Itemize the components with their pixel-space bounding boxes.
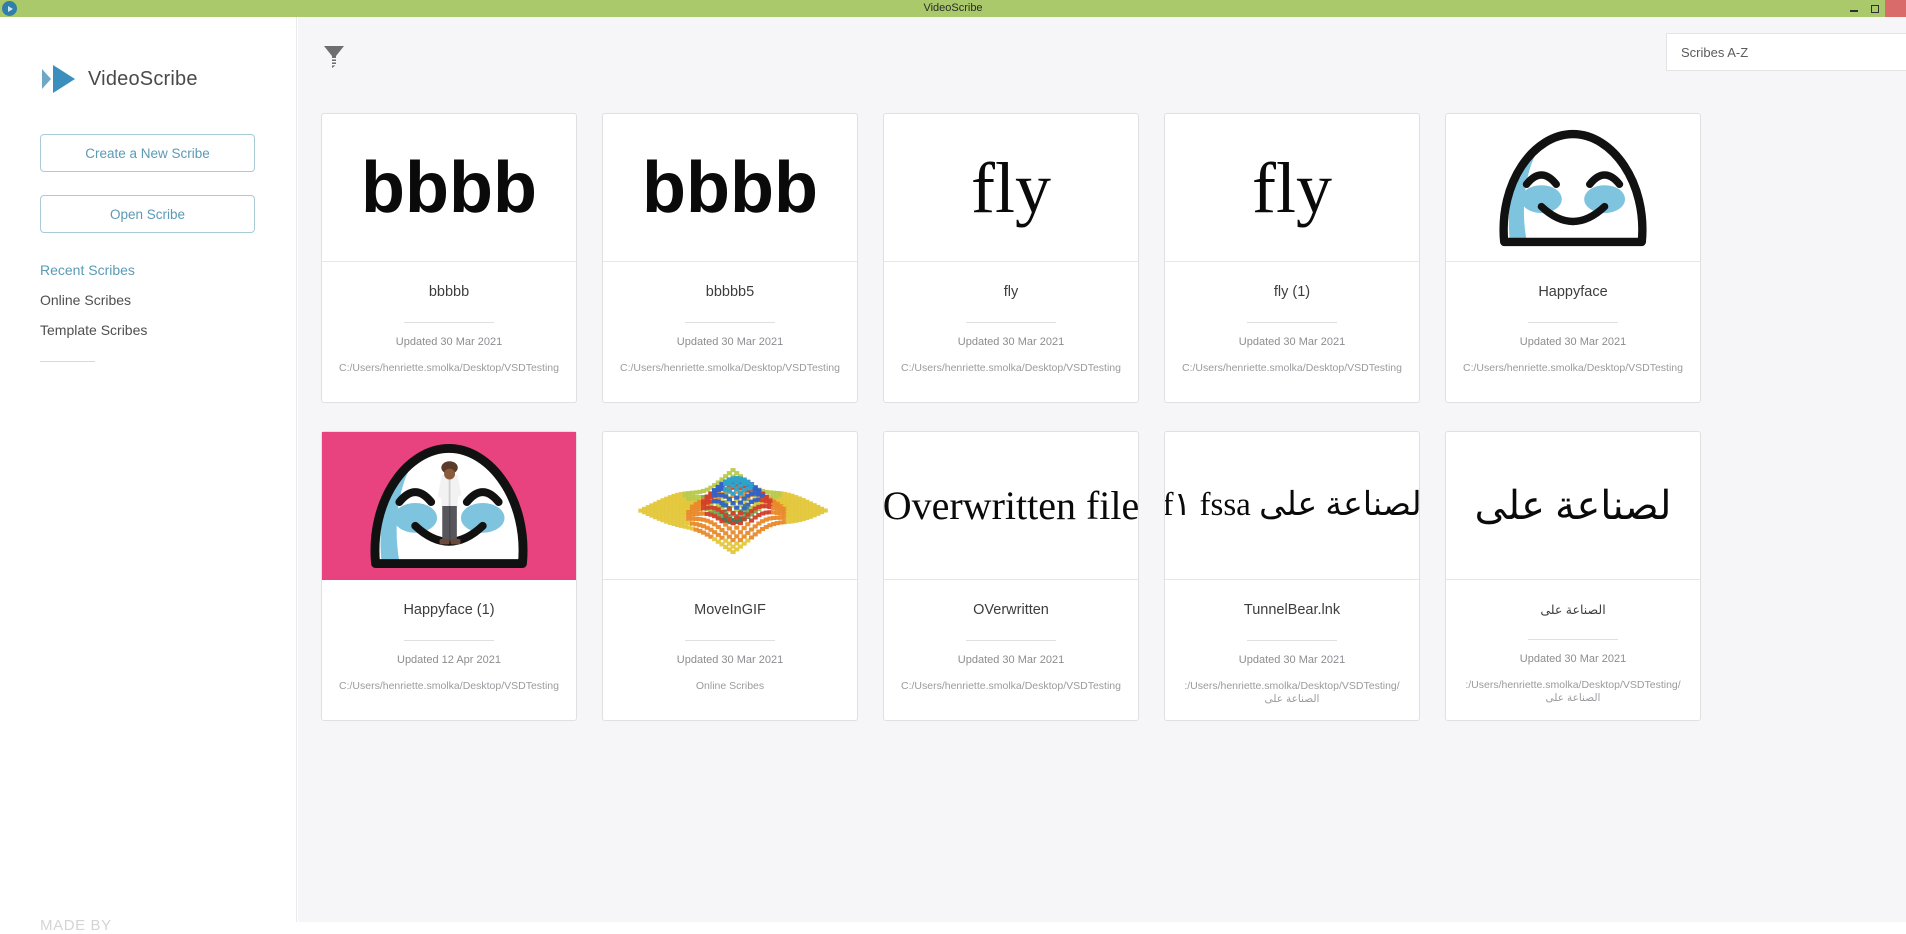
scribe-title: Happyface — [1538, 284, 1608, 300]
scribe-path: :/Users/henriette.smolka/Desktop/VSDTest… — [1184, 680, 1400, 706]
scribe-updated-date: Updated 30 Mar 2021 — [1238, 336, 1346, 348]
scribe-thumbnail: Overwritten file — [884, 432, 1138, 580]
happyface-person-illustration-icon — [322, 432, 576, 580]
scribe-title: الصناعة على — [1540, 603, 1606, 617]
close-button[interactable] — [1885, 0, 1906, 17]
open-scribe-button[interactable]: Open Scribe — [40, 195, 255, 233]
scribe-thumbnail — [322, 432, 576, 580]
scribe-thumbnail-text: Overwritten file — [884, 482, 1138, 528]
sidebar-divider — [40, 361, 95, 362]
scribe-thumbnail-text: bbbb — [361, 147, 537, 228]
scribe-thumbnail — [1446, 114, 1700, 262]
card-divider — [966, 640, 1056, 641]
scribe-updated-date: Updated 30 Mar 2021 — [676, 336, 784, 348]
card-divider — [1247, 322, 1337, 323]
maximize-button[interactable] — [1864, 0, 1885, 17]
surface-plot-icon — [611, 436, 849, 575]
card-divider — [685, 640, 775, 641]
scribe-updated-date: Updated 30 Mar 2021 — [957, 336, 1065, 348]
card-divider — [966, 322, 1056, 323]
scribe-title: bbbbb — [428, 284, 470, 300]
scribe-path: C:/Users/henriette.smolka/Desktop/VSDTes… — [338, 362, 559, 374]
scribe-path: :/Users/henriette.smolka/Desktop/VSDTest… — [1465, 679, 1681, 705]
scribe-thumbnail: bbbb — [322, 114, 576, 262]
scribe-title: OVerwritten — [973, 602, 1049, 618]
brand-name: VideoScribe — [88, 67, 198, 90]
card-divider — [404, 640, 494, 641]
sort-dropdown-value: Scribes A-Z — [1681, 44, 1749, 60]
scribe-updated-date: Updated 30 Mar 2021 — [395, 336, 503, 348]
scribe-title: bbbbb5 — [705, 284, 755, 300]
videoscribe-logo-icon — [42, 64, 78, 94]
scribe-card[interactable]: Happyface Updated 30 Mar 2021 C:/Users/hen… — [1445, 113, 1701, 403]
scribe-title: fly (1) — [1273, 284, 1311, 300]
card-divider — [1528, 322, 1618, 323]
scribe-thumbnail: \f١ fssa الصناعة على — [1165, 432, 1419, 580]
scribe-thumbnail: bbbb — [603, 114, 857, 262]
scribe-card[interactable]: لصناعة على الصناعة على Updated 30 Mar 2021… — [1445, 431, 1701, 721]
scribe-title: MoveInGIF — [694, 602, 766, 618]
happyface-illustration-icon — [1454, 118, 1692, 257]
scribe-thumbnail-text: fly — [1252, 147, 1332, 228]
scribe-path: C:/Users/henriette.smolka/Desktop/VSDTes… — [338, 680, 559, 692]
scribe-path: C:/Users/henriette.smolka/Desktop/VSDTes… — [900, 680, 1121, 692]
scribe-card[interactable]: \f١ fssa الصناعة على TunnelBear.lnk Update… — [1164, 431, 1420, 721]
brand: VideoScribe — [42, 64, 198, 94]
scribe-card[interactable]: MoveInGIF Updated 30 Mar 2021 Online Scrib… — [602, 431, 858, 721]
window-title: VideoScribe — [923, 2, 983, 14]
scribe-updated-date: Updated 30 Mar 2021 — [1238, 654, 1346, 666]
sidebar-item-template-scribes[interactable]: Template Scribes — [40, 322, 147, 338]
scribe-thumbnail-text: fly — [971, 147, 1051, 228]
scribe-path: C:/Users/henriette.smolka/Desktop/VSDTes… — [1462, 362, 1683, 374]
scribe-thumbnail-text: \f١ fssa الصناعة على — [1165, 487, 1419, 523]
scribe-card[interactable]: Overwritten file OVerwritten Updated 30 Ma… — [883, 431, 1139, 721]
scribe-updated-date: Updated 30 Mar 2021 — [1519, 336, 1627, 348]
scribes-grid: bbbb bbbbb Updated 30 Mar 2021 C:/Users/hen… — [321, 113, 1721, 721]
card-divider — [404, 322, 494, 323]
scribe-updated-date: Updated 30 Mar 2021 — [957, 654, 1065, 666]
scribe-thumbnail-text: لصناعة على — [1474, 482, 1672, 528]
scribe-title: TunnelBear.lnk — [1243, 602, 1341, 618]
sidebar-item-recent-scribes[interactable]: Recent Scribes — [40, 262, 135, 278]
scribe-path: C:/Users/henriette.smolka/Desktop/VSDTes… — [1181, 362, 1402, 374]
card-divider — [1528, 639, 1618, 640]
scribe-title: fly — [1003, 284, 1019, 300]
sort-dropdown[interactable]: Scribes A-Z — [1666, 33, 1906, 71]
scribe-updated-date: Updated 30 Mar 2021 — [1519, 653, 1627, 665]
scribe-card[interactable]: bbbb bbbbb Updated 30 Mar 2021 C:/Users/hen… — [321, 113, 577, 403]
scribe-card[interactable]: Happyface (1) Updated 12 Apr 2021 C:/Users… — [321, 431, 577, 721]
window-controls — [1843, 0, 1906, 17]
scribe-thumbnail: لصناعة على — [1446, 432, 1700, 580]
create-new-scribe-button[interactable]: Create a New Scribe — [40, 134, 255, 172]
scribe-path: C:/Users/henriette.smolka/Desktop/VSDTes… — [900, 362, 1121, 374]
window-titlebar: VideoScribe — [0, 0, 1906, 17]
sidebar-item-online-scribes[interactable]: Online Scribes — [40, 292, 131, 308]
scribe-thumbnail — [603, 432, 857, 580]
scribe-card[interactable]: bbbb bbbbb5 Updated 30 Mar 2021 C:/Users/he… — [602, 113, 858, 403]
minimize-button[interactable] — [1843, 0, 1864, 17]
scribe-title: Happyface (1) — [403, 602, 495, 618]
scribe-thumbnail: fly — [884, 114, 1138, 262]
scribe-card[interactable]: fly fly Updated 30 Mar 2021 C:/Users/henrie… — [883, 113, 1139, 403]
scribe-card[interactable]: fly fly (1) Updated 30 Mar 2021 C:/Users/he… — [1164, 113, 1420, 403]
scribe-thumbnail: fly — [1165, 114, 1419, 262]
scribe-path: Online Scribes — [695, 680, 765, 692]
scribe-updated-date: Updated 30 Mar 2021 — [676, 654, 784, 666]
content-area: Scribes A-Z bbbb bbbbb Updated 30 Mar 2021… — [298, 17, 1906, 922]
scribe-thumbnail-text: bbbb — [642, 147, 818, 228]
made-by-label: MADE BY — [40, 917, 112, 934]
card-divider — [1247, 640, 1337, 641]
sidebar: VideoScribe Create a New Scribe Open Scr… — [0, 17, 297, 934]
filter-funnel-icon[interactable] — [322, 44, 346, 70]
scribe-path: C:/Users/henriette.smolka/Desktop/VSDTes… — [619, 362, 840, 374]
scribe-updated-date: Updated 12 Apr 2021 — [397, 654, 501, 666]
card-divider — [685, 322, 775, 323]
